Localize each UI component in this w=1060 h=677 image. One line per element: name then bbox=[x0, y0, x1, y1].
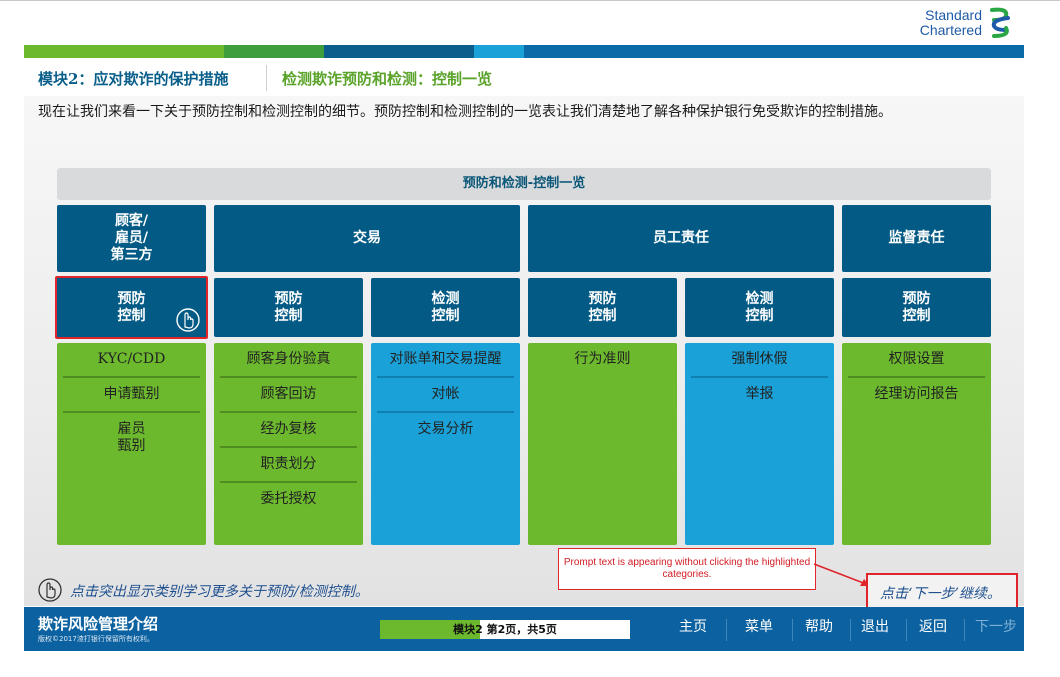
section-title: 检测欺诈预防和检测：控制一览 bbox=[282, 70, 493, 88]
intro-text: 现在让我们来看一下关于预防控制和检测控制的细节。预防控制和检测控制的一览表让我们… bbox=[38, 104, 892, 120]
subheader-label: 预防 控制 bbox=[117, 290, 146, 324]
annotation-box: Prompt text is appearing without clickin… bbox=[558, 548, 816, 590]
subheader-staff-detection[interactable]: 检测 控制 bbox=[685, 278, 834, 337]
subheader-staff-prevention[interactable]: 预防 控制 bbox=[528, 278, 677, 337]
stripe-green-light bbox=[24, 45, 224, 58]
list-item: 职责划分 bbox=[220, 446, 357, 481]
hint-text: 点击突出显示类别学习更多关于预防/检测控制。 bbox=[70, 584, 369, 600]
nav-separator bbox=[906, 619, 907, 641]
progress-text: 模块2 第2页，共5页 bbox=[453, 623, 557, 636]
list-item: 权限设置 bbox=[888, 351, 945, 367]
stripe-green-dark bbox=[224, 45, 324, 58]
table-header: 预防和检测-控制一览 bbox=[57, 168, 991, 200]
nav-separator bbox=[792, 619, 793, 641]
list-item: 举报 bbox=[691, 376, 828, 411]
hand-pointer-icon bbox=[38, 578, 62, 602]
list-item: 经办复核 bbox=[220, 411, 357, 446]
course-title: 欺诈风险管理介绍 bbox=[38, 615, 159, 633]
logo-mark-icon bbox=[990, 7, 1010, 38]
nav-back[interactable]: 返回 bbox=[912, 617, 954, 641]
column-customer-prevention: KYC/CDD 申请甄别 雇员 甄别 bbox=[57, 343, 206, 545]
category-supervision-responsibility[interactable]: 监督责任 bbox=[842, 205, 991, 272]
list-item: 顾客回访 bbox=[220, 376, 357, 411]
list-item: 对账单和交易提醒 bbox=[389, 351, 502, 367]
instruction-hint: 点击突出显示类别学习更多关于预防/检测控制。 bbox=[38, 578, 518, 602]
next-prompt-text: 点击‘下一步’继续。 bbox=[880, 586, 1001, 602]
logo-line-1: Standard bbox=[925, 7, 982, 23]
stripe-navy bbox=[324, 45, 474, 58]
nav-menu[interactable]: 菜单 bbox=[736, 617, 782, 641]
list-item: 强制休假 bbox=[731, 351, 788, 367]
nav-separator bbox=[850, 619, 851, 641]
subheader-transaction-detection[interactable]: 检测 控制 bbox=[371, 278, 520, 337]
list-item: 经理访问报告 bbox=[848, 376, 985, 411]
column-transaction-prevention: 顾客身份验真 顾客回访 经办复核 职责划分 委托授权 bbox=[214, 343, 363, 545]
list-item: 委托授权 bbox=[220, 481, 357, 516]
list-item: 雇员 甄别 bbox=[63, 411, 200, 463]
nav-help[interactable]: 帮助 bbox=[798, 617, 840, 641]
category-staff-responsibility[interactable]: 员工责任 bbox=[528, 205, 834, 272]
stripe-cyan bbox=[474, 45, 524, 58]
category-transaction[interactable]: 交易 bbox=[214, 205, 520, 272]
title-divider bbox=[266, 65, 267, 91]
list-item: KYC/CDD bbox=[97, 351, 166, 367]
subheader-customer-prevention[interactable]: 预防 控制 bbox=[55, 276, 208, 339]
subheader-supervision-prevention[interactable]: 预防 控制 bbox=[842, 278, 991, 337]
nav-exit[interactable]: 退出 bbox=[854, 617, 896, 641]
hand-cursor-icon bbox=[176, 308, 200, 332]
module-title: 模块2：应对欺诈的保护措施 bbox=[38, 70, 229, 88]
list-item: 对帐 bbox=[377, 376, 514, 411]
column-supervision-prevention: 权限设置 经理访问报告 bbox=[842, 343, 991, 545]
column-transaction-detection: 对账单和交易提醒 对帐 交易分析 bbox=[371, 343, 520, 545]
list-item: 申请甄别 bbox=[63, 376, 200, 411]
nav-separator bbox=[964, 619, 965, 641]
nav-next[interactable]: 下一步 bbox=[970, 617, 1022, 641]
logo-line-2: Chartered bbox=[919, 22, 982, 38]
nav-home[interactable]: 主页 bbox=[670, 617, 716, 641]
nav-separator bbox=[726, 619, 727, 641]
subheader-transaction-prevention[interactable]: 预防 控制 bbox=[214, 278, 363, 337]
annotation-arrow-icon bbox=[813, 563, 870, 586]
column-staff-prevention: 行为准则 bbox=[528, 343, 677, 545]
top-border bbox=[0, 0, 1060, 1]
list-item: 行为准则 bbox=[574, 351, 631, 367]
title-bar: 模块2：应对欺诈的保护措施 检测欺诈预防和检测：控制一览 bbox=[24, 58, 1024, 96]
category-customer[interactable]: 顾客/ 雇员/ 第三方 bbox=[57, 205, 206, 272]
stripe-blue bbox=[524, 45, 1024, 58]
list-item: 交易分析 bbox=[377, 411, 514, 446]
column-staff-detection: 强制休假 举报 bbox=[685, 343, 834, 545]
list-item: 顾客身份验真 bbox=[246, 351, 331, 367]
standard-chartered-logo: Standard Chartered bbox=[904, 6, 1014, 42]
copyright-text: 版权©2017渣打银行保留所有权利。 bbox=[38, 635, 154, 643]
progress-bar: 模块2 第2页，共5页 bbox=[380, 620, 630, 639]
footer-bar: 欺诈风险管理介绍 版权©2017渣打银行保留所有权利。 模块2 第2页，共5页 … bbox=[24, 607, 1024, 651]
